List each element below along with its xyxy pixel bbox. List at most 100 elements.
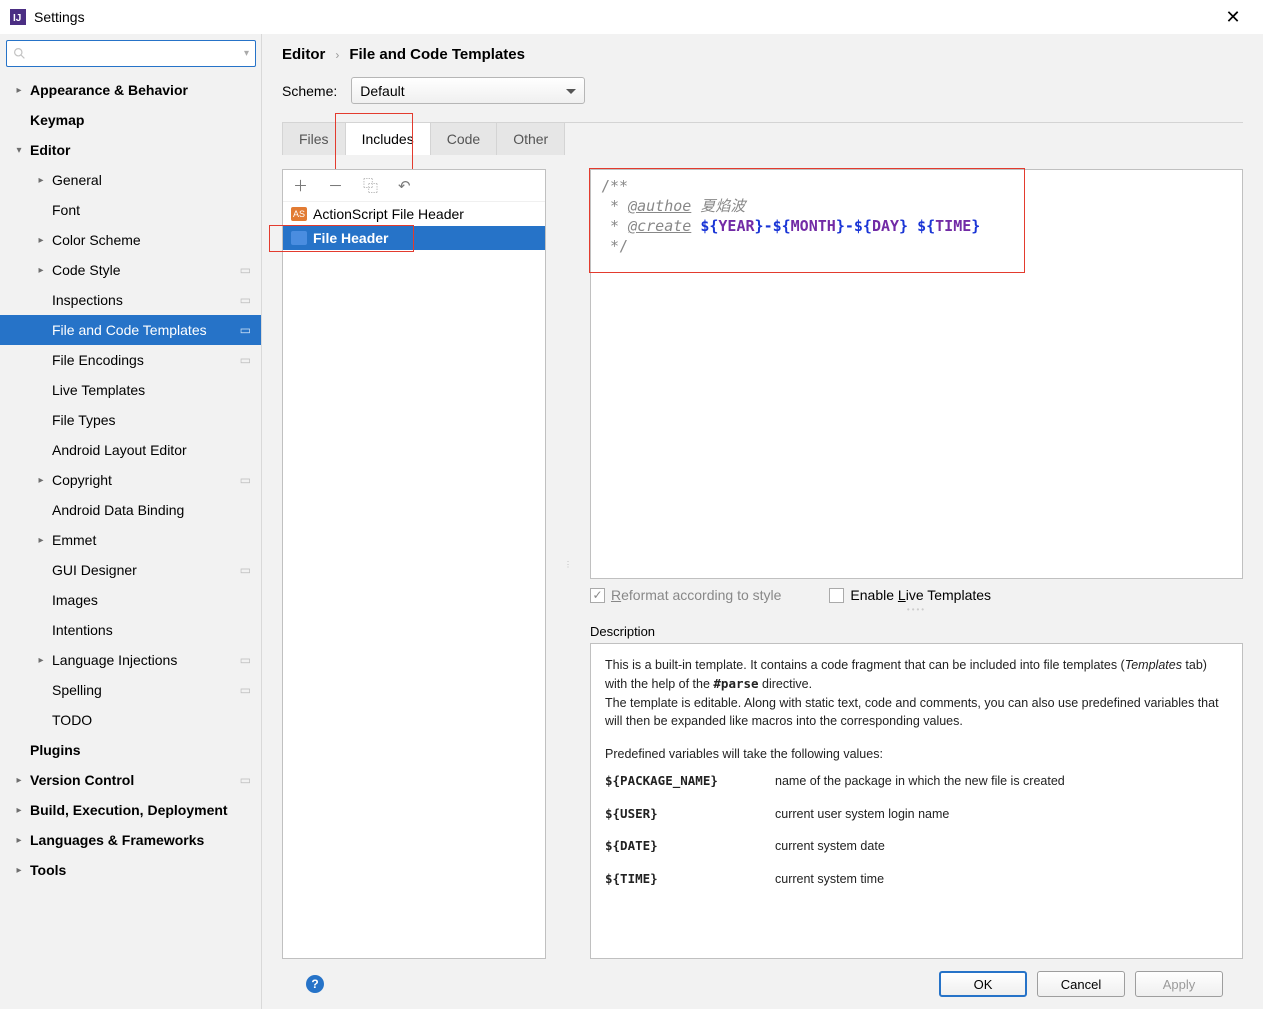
tabs-bar: FilesIncludesCodeOther [282,123,1243,155]
sidebar-item-label: Inspections [52,292,123,308]
sidebar-item[interactable]: ▸ Tools [0,855,261,885]
sidebar-item-label: Languages & Frameworks [30,832,204,848]
chevron-right-icon: ▸ [12,865,26,876]
sidebar-item[interactable]: ▸Live Templates [0,375,261,405]
project-level-icon: ▭ [240,653,251,667]
sidebar-item[interactable]: ▸Android Data Binding [0,495,261,525]
sidebar-item[interactable]: ▸Images [0,585,261,615]
sidebar-item[interactable]: ▸General [0,165,261,195]
splitter-handle[interactable]: ⋮ [564,169,572,959]
variable-name: ${TIME} [605,870,775,889]
enable-live-templates-checkbox[interactable]: Enable Live Templates [829,587,991,603]
help-icon[interactable]: ? [306,975,324,993]
svg-text:IJ: IJ [13,13,21,24]
sidebar-item[interactable]: ▸Plugins [0,735,261,765]
titlebar: IJ Settings ✕ [0,0,1263,34]
sidebar-item[interactable]: ▸File Encodings▭ [0,345,261,375]
sidebar-item[interactable]: ▸Spelling▭ [0,675,261,705]
sidebar-item[interactable]: ▸Appearance & Behavior [0,75,261,105]
file-type-icon: AS [291,207,307,221]
sidebar-item-label: Color Scheme [52,232,141,248]
scheme-select[interactable]: Default [351,77,585,104]
sidebar-item-label: File Encodings [52,352,144,368]
list-item[interactable]: AS ActionScript File Header [283,202,545,226]
sidebar-item[interactable]: ▸Intentions [0,615,261,645]
description-label: Description [590,624,1243,639]
sidebar-item[interactable]: ▸Copyright▭ [0,465,261,495]
sidebar-item[interactable]: ▸Language Injections▭ [0,645,261,675]
copy-button[interactable]: ⿻ [363,175,378,196]
project-level-icon: ▭ [240,563,251,577]
sidebar-item[interactable]: ▸Emmet [0,525,261,555]
reformat-checkbox: Reformat according to style [590,587,781,603]
remove-button[interactable]: － [328,175,343,196]
sidebar-item[interactable]: ▸Keymap [0,105,261,135]
sidebar-item-label: Appearance & Behavior [30,82,188,98]
sidebar-item[interactable]: ▸Version Control▭ [0,765,261,795]
project-level-icon: ▭ [240,293,251,307]
breadcrumb-root[interactable]: Editor [282,46,325,63]
sidebar-item[interactable]: ▸Code Style▭ [0,255,261,285]
app-icon: IJ [10,9,26,25]
sidebar-item[interactable]: ▸File Types [0,405,261,435]
cancel-button[interactable]: Cancel [1037,971,1125,997]
tab-includes[interactable]: Includes [346,123,431,155]
revert-button[interactable]: ↶ [398,177,411,195]
ok-button[interactable]: OK [939,971,1027,997]
sidebar-item[interactable]: ▸ Languages & Frameworks [0,825,261,855]
scheme-label: Scheme: [282,83,337,99]
templates-list[interactable]: AS ActionScript File Header File Header [283,202,545,958]
sidebar-item-label: Tools [30,862,66,878]
variable-desc: current system date [775,837,1228,856]
sidebar-item[interactable]: ▸File and Code Templates▭ [0,315,261,345]
list-item-label: ActionScript File Header [313,206,464,222]
search-input[interactable]: ▾ [6,40,256,67]
sidebar-item[interactable]: ▸Inspections▭ [0,285,261,315]
description-box: This is a built-in template. It contains… [590,643,1243,959]
sidebar-item-label: Plugins [30,742,81,758]
checkbox-icon [829,588,844,603]
sidebar-item[interactable]: ▸Font [0,195,261,225]
close-icon[interactable]: ✕ [1213,8,1253,26]
splitter-handle-h[interactable]: •••• [590,605,1243,614]
chevron-down-icon: ▾ [12,145,26,156]
project-level-icon: ▭ [240,773,251,787]
add-button[interactable]: ＋ [293,175,308,196]
sidebar-item-label: Emmet [52,532,96,548]
tab-other[interactable]: Other [497,123,565,155]
sidebar-item[interactable]: ▸GUI Designer▭ [0,555,261,585]
sidebar-item[interactable]: ▸Android Layout Editor [0,435,261,465]
window-title: Settings [34,9,85,25]
sidebar-item[interactable]: ▾Editor [0,135,261,165]
sidebar-item-label: File Types [52,412,116,428]
list-item[interactable]: File Header [283,226,545,250]
tab-code[interactable]: Code [431,123,497,155]
dialog-buttons: ? OK Cancel Apply [282,959,1243,1009]
variable-name: ${DATE} [605,837,775,856]
sidebar-item-label: Spelling [52,682,102,698]
chevron-right-icon: ▸ [12,775,26,786]
breadcrumb-sep: › [335,48,339,62]
sidebar-item-label: Images [52,592,98,608]
sidebar-item-label: GUI Designer [52,562,137,578]
breadcrumb-leaf: File and Code Templates [349,46,525,63]
sidebar-item-label: Keymap [30,112,84,128]
sidebar-item-label: Font [52,202,80,218]
sidebar-item-label: Android Layout Editor [52,442,187,458]
sidebar-item[interactable]: ▸TODO [0,705,261,735]
sidebar-item-label: Build, Execution, Deployment [30,802,228,818]
sidebar-item-label: File and Code Templates [52,322,207,338]
chevron-right-icon: ▸ [12,805,26,816]
chevron-right-icon: ▸ [34,655,48,666]
chevron-right-icon: ▸ [12,835,26,846]
checkbox-icon [590,588,605,603]
search-icon [13,47,26,60]
sidebar-item[interactable]: ▸ Build, Execution, Deployment [0,795,261,825]
variable-desc: name of the package in which the new fil… [775,772,1228,791]
settings-tree[interactable]: ▸Appearance & Behavior▸Keymap▾Editor▸Gen… [0,71,261,1009]
tab-files[interactable]: Files [282,123,346,155]
sidebar-item-label: Intentions [52,622,113,638]
chevron-right-icon: ▸ [34,235,48,246]
sidebar-item[interactable]: ▸ Color Scheme [0,225,261,255]
template-editor[interactable]: /** * @authoe 夏焰波 * @create ${YEAR}-${MO… [590,169,1243,579]
